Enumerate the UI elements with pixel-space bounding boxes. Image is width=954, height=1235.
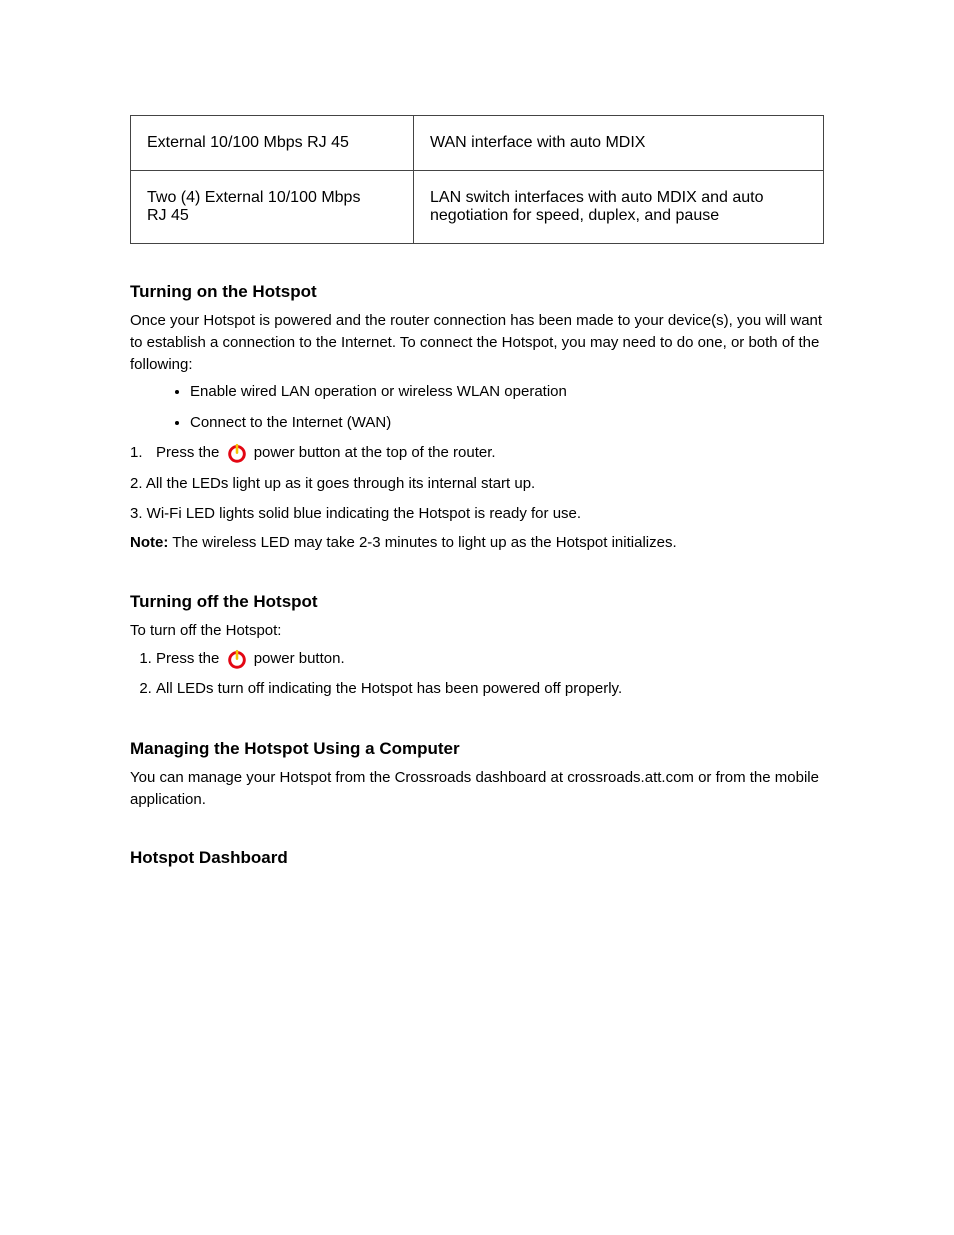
cell-text-line: RJ 45 [147,207,189,224]
steps-list: Press the power button. All LEDs turn of… [130,648,824,701]
intro-paragraph: Once your Hotspot is powered and the rou… [130,310,824,375]
table-cell-left: External 10/100 Mbps RJ 45 [131,116,414,171]
power-icon [226,648,248,670]
heading-turning-off: Turning off the Hotspot [130,592,824,612]
page-content: External 10/100 Mbps RJ 45 WAN interface… [0,0,954,956]
cell-text-line: negotiation for speed, duplex, and pause [430,207,719,224]
cell-text-line: LAN switch interfaces with auto MDIX and… [430,189,764,206]
cell-text: WAN interface with auto MDIX [430,134,645,151]
heading-turning-on: Turning on the Hotspot [130,282,824,302]
note-body: The wireless LED may take 2-3 minutes to… [168,534,676,551]
power-icon [226,442,248,464]
option-list: Enable wired LAN operation or wireless W… [130,381,824,434]
step-text: 2. All the LEDs light up as it goes thro… [130,473,824,495]
table-cell-left: Two (4) External 10/100 Mbps RJ 45 [131,171,414,244]
table-row: Two (4) External 10/100 Mbps RJ 45 LAN s… [131,171,824,244]
step-suffix: power button at the top of the router. [254,444,496,461]
list-item: Connect to the Internet (WAN) [190,412,824,435]
table-cell-right: WAN interface with auto MDIX [414,116,824,171]
step-text: 3. Wi-Fi LED lights solid blue indicatin… [130,503,824,525]
step-suffix: power button. [254,650,345,667]
subheading-dashboard: Hotspot Dashboard [130,848,824,868]
list-item: Enable wired LAN operation or wireless W… [190,381,824,404]
table-cell-right: LAN switch interfaces with auto MDIX and… [414,171,824,244]
intro-paragraph: You can manage your Hotspot from the Cro… [130,767,824,811]
list-item: All LEDs turn off indicating the Hotspot… [156,678,824,701]
step-row: 1. Press the power button at the top of … [130,442,824,465]
table-row: External 10/100 Mbps RJ 45 WAN interface… [131,116,824,171]
cell-text: External 10/100 Mbps RJ 45 [147,134,349,151]
intro-paragraph: To turn off the Hotspot: [130,620,824,642]
heading-managing: Managing the Hotspot Using a Computer [130,739,824,759]
io-table: External 10/100 Mbps RJ 45 WAN interface… [130,115,824,244]
step-text: Press the power button at the top of the… [156,442,496,465]
step-number: 1. [130,442,148,465]
cell-text-line: Two (4) External 10/100 Mbps [147,189,360,206]
step-prefix: Press the [156,650,219,667]
note: Note: The wireless LED may take 2-3 minu… [130,532,824,554]
note-prefix: Note: [130,534,168,551]
list-item: Press the power button. [156,648,824,671]
step-prefix: Press the [156,444,219,461]
